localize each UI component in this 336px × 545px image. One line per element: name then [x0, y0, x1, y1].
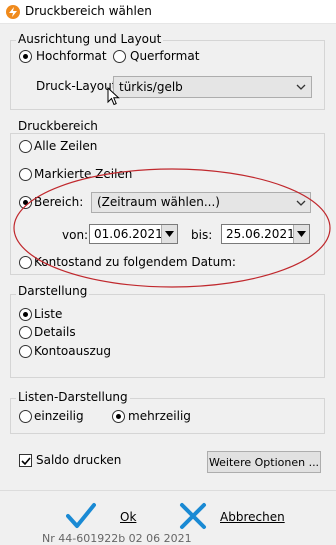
cancel-label: Abbrechen: [220, 510, 285, 524]
annotation-ellipse: [13, 168, 331, 288]
single-line-radio[interactable]: [19, 410, 32, 423]
checkmark-icon: [21, 457, 31, 466]
checkmark-icon: [66, 503, 96, 528]
list-display-legend: Listen-Darstellung: [16, 390, 130, 404]
statement-radio[interactable]: [19, 345, 32, 358]
more-options-label: Weitere Optionen ...: [208, 456, 320, 469]
all-rows-label[interactable]: Alle Zeilen: [34, 139, 97, 153]
window-title: Druckbereich wählen: [25, 4, 152, 18]
range-legend: Druckbereich: [16, 119, 100, 133]
more-options-button[interactable]: Weitere Optionen ...: [207, 451, 321, 473]
cancel-button[interactable]: Abbrechen: [176, 498, 286, 534]
details-radio[interactable]: [19, 326, 32, 339]
details-label[interactable]: Details: [34, 325, 76, 339]
single-line-label[interactable]: einzeilig: [34, 409, 84, 423]
display-legend: Darstellung: [16, 284, 90, 298]
saldo-label[interactable]: Saldo drucken: [36, 453, 121, 467]
landscape-label[interactable]: Querformat: [130, 49, 199, 63]
orientation-legend: Ausrichtung und Layout: [16, 32, 164, 46]
layout-select[interactable]: türkis/gelb: [113, 76, 312, 98]
chevron-down-icon: [296, 84, 306, 90]
multi-line-radio[interactable]: [112, 410, 125, 423]
portrait-radio[interactable]: [19, 50, 32, 63]
list-radio[interactable]: [19, 308, 32, 321]
ok-button[interactable]: Ok: [60, 498, 150, 534]
ok-label: Ok: [120, 510, 137, 524]
portrait-label[interactable]: Hochformat: [36, 49, 107, 63]
statement-label[interactable]: Kontoauszug: [34, 344, 111, 358]
all-rows-radio[interactable]: [19, 140, 32, 153]
multi-line-label[interactable]: mehrzeilig: [128, 409, 191, 423]
app-logo-icon: [6, 5, 20, 19]
list-label[interactable]: Liste: [34, 307, 62, 321]
layout-label: Druck-Layout: [36, 79, 117, 93]
mouse-cursor-icon: [107, 87, 120, 106]
close-x-icon: [180, 503, 206, 529]
landscape-radio[interactable]: [113, 50, 126, 63]
title-bar: Druckbereich wählen: [0, 0, 336, 24]
layout-select-value: türkis/gelb: [119, 80, 183, 94]
saldo-checkbox[interactable]: [19, 454, 32, 467]
